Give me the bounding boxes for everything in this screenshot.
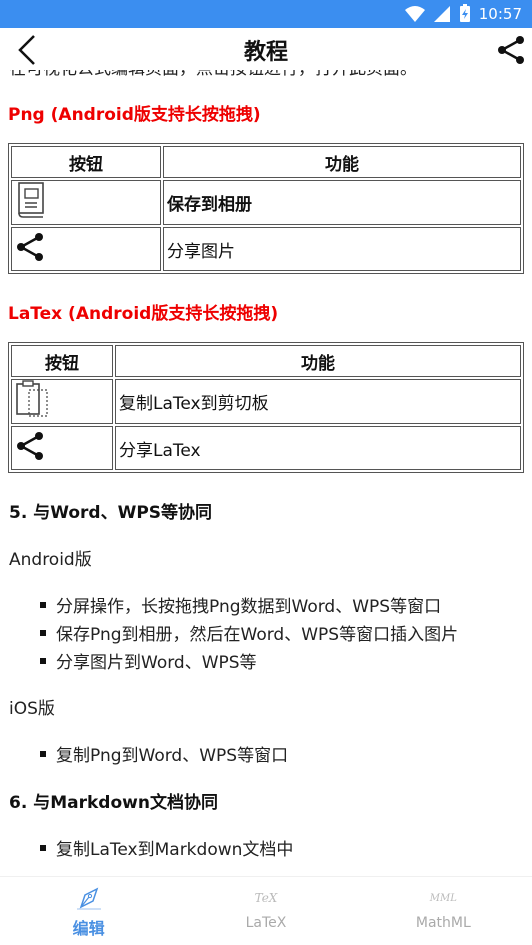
share-latex-label: 分享LaTex bbox=[115, 426, 521, 470]
list-item: 复制Png到Word、WPS等窗口 bbox=[40, 741, 288, 766]
latex-table: 按钮 功能 复制LaTex到剪切板 分享LaTex bbox=[8, 342, 524, 473]
latex-header-function: 功能 bbox=[115, 345, 521, 377]
tab-latex-label: LaTeX bbox=[245, 915, 287, 931]
tab-edit[interactable]: 编辑 bbox=[0, 877, 177, 945]
latex-heading: LaTex (Android版支持长按拖拽) bbox=[8, 304, 279, 324]
album-save-cell bbox=[11, 180, 161, 225]
partial-text-line: 在可视化公式编辑页面，点击按钮进行，打开此页面。 bbox=[9, 70, 417, 79]
clock: 10:57 bbox=[478, 4, 522, 23]
tab-latex[interactable]: TeX LaTeX bbox=[177, 877, 354, 945]
png-header-button: 按钮 bbox=[11, 146, 161, 178]
status-bar: 10:57 bbox=[0, 0, 532, 28]
clipboard-icon bbox=[16, 380, 48, 417]
bottom-nav: 编辑 TeX LaTeX MML MathML bbox=[0, 876, 532, 945]
ios-label: iOS版 bbox=[9, 699, 55, 719]
list-item: 保存Png到相册，然后在Word、WPS等窗口插入图片 bbox=[40, 620, 458, 645]
status-icons: 10:57 bbox=[404, 4, 522, 23]
tutorial-content[interactable]: 在可视化公式编辑页面，点击按钮进行，打开此页面。 Png (Android版支持… bbox=[0, 70, 532, 876]
share-image-label: 分享图片 bbox=[163, 227, 521, 271]
png-heading: Png (Android版支持长按拖拽) bbox=[8, 105, 261, 125]
list-item: 复制LaTex到Markdown文档中 bbox=[40, 835, 293, 860]
share-image-cell bbox=[11, 227, 161, 271]
share-latex-cell bbox=[11, 426, 113, 470]
android-label: Android版 bbox=[9, 550, 92, 570]
share-icon[interactable] bbox=[496, 34, 526, 66]
table-row: 保存到相册 bbox=[11, 180, 521, 225]
section-5-title: 5. 与Word、WPS等协同 bbox=[9, 503, 213, 523]
png-header-function: 功能 bbox=[163, 146, 521, 178]
copy-latex-label: 复制LaTex到剪切板 bbox=[115, 379, 521, 424]
wifi-icon bbox=[404, 5, 425, 22]
mml-icon: MML bbox=[429, 893, 457, 904]
section-6-title: 6. 与Markdown文档协同 bbox=[9, 793, 218, 813]
png-table: 按钮 功能 保存到相册 分享图片 bbox=[8, 143, 524, 274]
tex-icon: TeX bbox=[254, 891, 278, 905]
page-title: 教程 bbox=[243, 40, 288, 65]
tab-mathml[interactable]: MML MathML bbox=[355, 877, 532, 945]
app-bar: 教程 bbox=[0, 28, 532, 70]
share-icon bbox=[17, 431, 43, 460]
share-icon bbox=[17, 232, 43, 261]
latex-header-button: 按钮 bbox=[11, 345, 113, 377]
save-album-label: 保存到相册 bbox=[163, 180, 521, 225]
tab-mathml-label: MathML bbox=[415, 915, 471, 931]
signal-icon bbox=[433, 5, 450, 22]
list-item: 分屏操作，长按拖拽Png数据到Word、WPS等窗口 bbox=[40, 592, 441, 617]
list-item: 分享图片到Word、WPS等 bbox=[40, 648, 257, 673]
pen-icon bbox=[76, 887, 101, 910]
table-row: 复制LaTex到剪切板 bbox=[11, 379, 521, 424]
tab-edit-label: 编辑 bbox=[72, 919, 105, 938]
clipboard-cell bbox=[11, 379, 113, 424]
table-row: 分享LaTex bbox=[11, 426, 521, 470]
table-row: 分享图片 bbox=[11, 227, 521, 271]
album-save-icon bbox=[18, 182, 44, 218]
battery-icon bbox=[459, 4, 470, 22]
